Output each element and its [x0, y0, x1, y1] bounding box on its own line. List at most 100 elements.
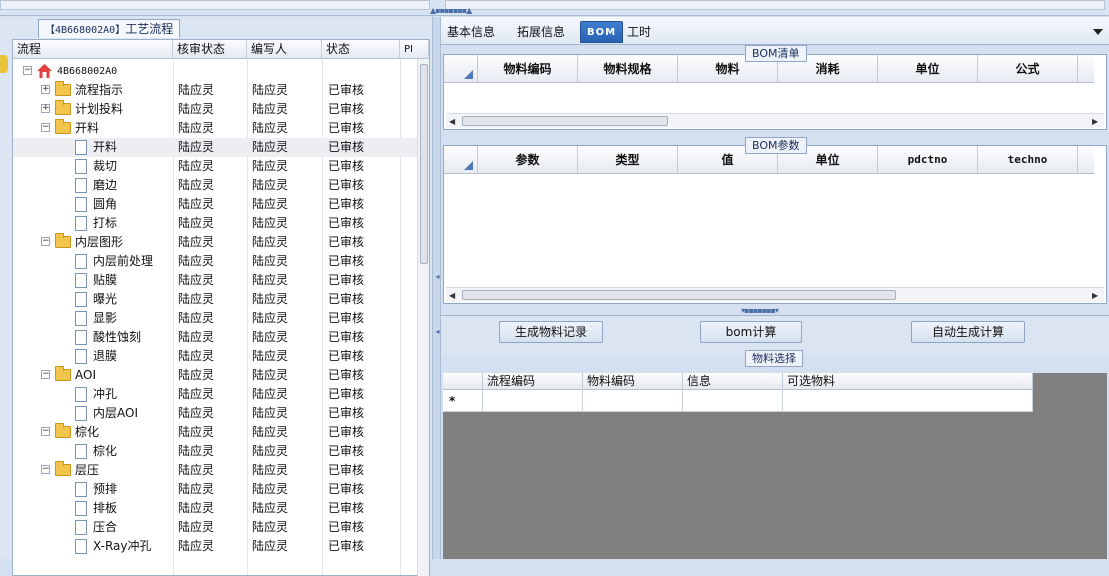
param-col-parameter[interactable]: 参数 [478, 146, 578, 174]
tree-row[interactable]: 裁切 陆应灵 陆应灵 已审核 [13, 157, 417, 176]
material-cell[interactable] [483, 390, 583, 412]
tab-extended-info[interactable]: 拓展信息 [511, 21, 571, 43]
scroll-left-icon[interactable]: ◀ [449, 117, 455, 126]
scroll-right-icon[interactable]: ▶ [1092, 117, 1098, 126]
tree-row[interactable]: 磨边 陆应灵 陆应灵 已审核 [13, 176, 417, 195]
bom-col-unit[interactable]: 单位 [878, 55, 978, 83]
tree-row[interactable]: 内层前处理 陆应灵 陆应灵 已审核 [13, 252, 417, 271]
tree-row[interactable]: 预排 陆应灵 陆应灵 已审核 [13, 480, 417, 499]
material-select-grid[interactable]: 流程编码 物料编码 信息 可选物料 * [443, 373, 1107, 559]
material-new-row[interactable]: * [443, 390, 1033, 412]
param-col-techno[interactable]: techno [978, 146, 1078, 174]
bom-params-hscrollbar[interactable]: ◀ ▶ [446, 287, 1104, 302]
collapse-icon[interactable]: − [41, 427, 50, 436]
review-cell: 陆应灵 [178, 83, 215, 97]
tab-work-hours[interactable]: 工时 [621, 21, 657, 43]
tree-row[interactable]: 排板 陆应灵 陆应灵 已审核 [13, 499, 417, 518]
tree-node-label: 内层图形 [75, 235, 124, 249]
tree-row[interactable]: 开料 陆应灵 陆应灵 已审核 [13, 138, 417, 157]
tree-row[interactable]: 圆角 陆应灵 陆应灵 已审核 [13, 195, 417, 214]
param-col-pdctno[interactable]: pdctno [878, 146, 978, 174]
review-cell: 陆应灵 [178, 387, 215, 401]
scroll-left-icon[interactable]: ◀ [449, 291, 455, 300]
bom-col-material-code[interactable]: 物料编码 [478, 55, 578, 83]
tree-row[interactable]: − 内层图形 陆应灵 陆应灵 已审核 [13, 233, 417, 252]
tree-row[interactable]: − 层压 陆应灵 陆应灵 已审核 [13, 461, 417, 480]
tree-row[interactable]: − 棕化 陆应灵 陆应灵 已审核 [13, 423, 417, 442]
panel-splitter[interactable]: ◂ ◂ [432, 17, 442, 559]
tree-row[interactable]: − 开料 陆应灵 陆应灵 已审核 [13, 119, 417, 138]
tree-row[interactable]: 显影 陆应灵 陆应灵 已审核 [13, 309, 417, 328]
status-cell: 已审核 [328, 539, 365, 553]
expand-icon[interactable]: + [41, 85, 50, 94]
bom-list-scroll-thumb[interactable] [462, 116, 668, 126]
col-header-status[interactable]: 状态 [322, 40, 400, 59]
col-header-review[interactable]: 核审状态 [173, 40, 247, 59]
tab-bom[interactable]: BOM [580, 21, 624, 43]
material-cell[interactable] [683, 390, 783, 412]
document-icon [75, 520, 87, 535]
tree-row[interactable]: 压合 陆应灵 陆应灵 已审核 [13, 518, 417, 537]
col-header-pi[interactable]: PI [400, 40, 429, 59]
tree-row[interactable]: 贴膜 陆应灵 陆应灵 已审核 [13, 271, 417, 290]
tree-row[interactable]: 内层AOI 陆应灵 陆应灵 已审核 [13, 404, 417, 423]
bom-list-title: BOM清单 [745, 45, 807, 62]
tab-bar: 基本信息 拓展信息 BOM 工时 [441, 17, 1109, 45]
bom-col-material-spec[interactable]: 物料规格 [578, 55, 678, 83]
tree-row[interactable]: X-Ray冲孔 陆应灵 陆应灵 已审核 [13, 537, 417, 556]
top-left-scrollbar[interactable] [0, 0, 430, 10]
material-cell[interactable] [783, 390, 1033, 412]
expand-icon[interactable]: + [41, 104, 50, 113]
tab-dropdown-arrow-icon[interactable] [1093, 29, 1103, 35]
writer-cell: 陆应灵 [252, 102, 289, 116]
collapse-icon[interactable]: − [41, 123, 50, 132]
tree-row[interactable]: 曝光 陆应灵 陆应灵 已审核 [13, 290, 417, 309]
status-cell: 已审核 [328, 178, 365, 192]
tree-node-label: 裁切 [93, 159, 118, 173]
scroll-right-icon[interactable]: ▶ [1092, 291, 1098, 300]
tree-row[interactable]: − 4B668002A0 [13, 62, 417, 81]
material-cell[interactable] [583, 390, 683, 412]
splitter-grip[interactable]: ▲▪▪▪▪▪▪▪▲ [430, 6, 472, 15]
col-header-process[interactable]: 流程 [13, 40, 173, 59]
material-col-process-code[interactable]: 流程编码 [483, 373, 583, 390]
bom-params-select-all[interactable] [444, 146, 478, 174]
material-col-optional[interactable]: 可选物料 [783, 373, 1033, 390]
document-icon [75, 159, 87, 174]
tree-row[interactable]: 冲孔 陆应灵 陆应灵 已审核 [13, 385, 417, 404]
top-right-scrollbar[interactable] [445, 0, 1105, 10]
horizontal-splitter-grip[interactable]: ▾▪▪▪▪▪▪▪▾ [741, 306, 779, 315]
material-col-info[interactable]: 信息 [683, 373, 783, 390]
collapse-icon[interactable]: − [41, 237, 50, 246]
process-tree-grid[interactable]: 流程 核审状态 编写人 状态 PI −4B668002A0 + 流程指示 陆应灵 陆应灵… [12, 39, 430, 576]
collapse-icon[interactable]: − [41, 465, 50, 474]
tree-node-label: 曝光 [93, 292, 118, 306]
tree-scroll-thumb[interactable] [420, 64, 428, 264]
bom-params-scroll-thumb[interactable] [462, 290, 896, 300]
tree-row[interactable]: + 流程指示 陆应灵 陆应灵 已审核 [13, 81, 417, 100]
collapse-icon[interactable]: − [23, 66, 32, 75]
material-select-corner[interactable] [443, 373, 483, 390]
tree-node-label: 棕化 [75, 425, 100, 439]
bom-calculate-button[interactable]: bom计算 [700, 321, 802, 343]
collapse-icon[interactable]: − [41, 370, 50, 379]
bom-list-hscrollbar[interactable]: ◀ ▶ [446, 113, 1104, 128]
tree-row[interactable]: 酸性蚀刻 陆应灵 陆应灵 已审核 [13, 328, 417, 347]
auto-generate-calc-button[interactable]: 自动生成计算 [911, 321, 1025, 343]
material-col-material-code[interactable]: 物料编码 [583, 373, 683, 390]
material-select-title: 物料选择 [745, 350, 803, 367]
param-col-type[interactable]: 类型 [578, 146, 678, 174]
document-icon [75, 311, 87, 326]
tab-basic-info[interactable]: 基本信息 [441, 21, 501, 43]
tree-row[interactable]: − AOI 陆应灵 陆应灵 已审核 [13, 366, 417, 385]
tree-row[interactable]: + 计划投料 陆应灵 陆应灵 已审核 [13, 100, 417, 119]
tree-row[interactable]: 棕化 陆应灵 陆应灵 已审核 [13, 442, 417, 461]
status-cell: 已审核 [328, 463, 365, 477]
col-header-writer[interactable]: 编写人 [247, 40, 322, 59]
tree-vertical-scrollbar[interactable] [417, 59, 429, 576]
bom-col-formula[interactable]: 公式 [978, 55, 1078, 83]
tree-row[interactable]: 退膜 陆应灵 陆应灵 已审核 [13, 347, 417, 366]
generate-material-record-button[interactable]: 生成物料记录 [499, 321, 603, 343]
tree-row[interactable]: 打标 陆应灵 陆应灵 已审核 [13, 214, 417, 233]
bom-list-select-all[interactable] [444, 55, 478, 83]
